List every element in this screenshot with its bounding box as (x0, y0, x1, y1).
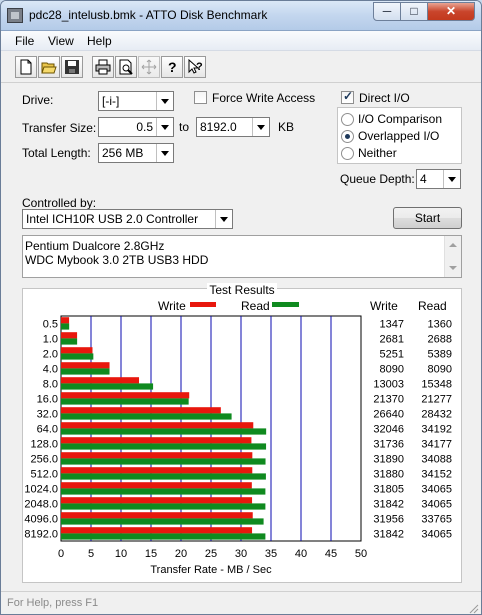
read-bar (61, 488, 266, 495)
x-tick-label: 0 (58, 548, 64, 560)
write-bar (61, 362, 110, 369)
read-value-label: 34177 (421, 439, 452, 451)
y-tick-label: 64.0 (37, 424, 58, 436)
x-tick-label: 35 (265, 548, 277, 560)
y-tick-label: 512.0 (30, 469, 58, 481)
write-value-label: 26640 (373, 409, 404, 421)
status-bar: For Help, press F1 (1, 591, 481, 614)
read-value-label: 34152 (421, 469, 452, 481)
read-bar (61, 353, 94, 360)
read-bar (61, 338, 78, 345)
resize-grip-icon[interactable] (467, 602, 479, 614)
write-value-label: 13003 (373, 379, 404, 391)
read-bar (61, 413, 232, 420)
read-bar (61, 443, 267, 450)
x-tick-label: 50 (355, 548, 367, 560)
y-tick-label: 256.0 (30, 454, 58, 466)
x-tick-label: 20 (175, 548, 187, 560)
write-bar (61, 512, 253, 519)
write-value-label: 31842 (373, 529, 404, 541)
write-value-label: 31880 (373, 469, 404, 481)
write-value-label: 32046 (373, 424, 404, 436)
read-value-label: 34088 (421, 454, 452, 466)
x-tick-label: 40 (295, 548, 307, 560)
read-bar (61, 323, 70, 330)
write-bar (61, 527, 253, 534)
y-tick-label: 1.0 (43, 334, 58, 346)
write-bar (61, 392, 190, 399)
y-tick-label: 16.0 (37, 394, 58, 406)
read-value-label: 15348 (421, 379, 452, 391)
read-bar (61, 398, 189, 405)
write-value-label: 31890 (373, 454, 404, 466)
read-bar (61, 518, 264, 525)
read-value-label: 8090 (428, 364, 452, 376)
y-tick-label: 0.5 (43, 319, 58, 331)
write-value-label: 31842 (373, 499, 404, 511)
x-tick-label: 25 (205, 548, 217, 560)
write-bar (61, 467, 253, 474)
read-value-label: 28432 (421, 409, 452, 421)
status-text: For Help, press F1 (7, 597, 99, 609)
write-bar (61, 317, 70, 324)
read-value-label: 5389 (428, 349, 452, 361)
write-bar (61, 482, 252, 489)
read-bar (61, 368, 110, 375)
y-tick-label: 4.0 (43, 364, 58, 376)
read-bar (61, 503, 266, 510)
y-tick-label: 128.0 (30, 439, 58, 451)
write-bar (61, 377, 140, 384)
y-tick-label: 1024.0 (24, 484, 58, 496)
x-tick-label: 5 (88, 548, 94, 560)
x-axis-label: Transfer Rate - MB / Sec (150, 564, 272, 576)
x-tick-label: 15 (145, 548, 157, 560)
read-bar (61, 428, 267, 435)
write-bar (61, 437, 252, 444)
write-value-label: 2681 (380, 334, 404, 346)
x-tick-label: 30 (235, 548, 247, 560)
y-tick-label: 8.0 (43, 379, 58, 391)
read-value-label: 1360 (428, 319, 452, 331)
read-value-label: 34192 (421, 424, 452, 436)
write-value-label: 8090 (380, 364, 404, 376)
write-bar (61, 407, 221, 414)
read-value-label: 33765 (421, 514, 452, 526)
x-tick-label: 45 (325, 548, 337, 560)
read-value-label: 34065 (421, 529, 452, 541)
app-window: pdc28_intelusb.bmk - ATTO Disk Benchmark… (0, 0, 482, 615)
write-bar (61, 347, 93, 354)
y-tick-label: 32.0 (37, 409, 58, 421)
y-tick-label: 4096.0 (24, 514, 58, 526)
read-value-label: 34065 (421, 484, 452, 496)
write-value-label: 1347 (380, 319, 404, 331)
read-bar (61, 383, 154, 390)
y-tick-label: 2.0 (43, 349, 58, 361)
write-bar (61, 422, 254, 429)
write-bar (61, 497, 253, 504)
x-tick-label: 10 (115, 548, 127, 560)
write-value-label: 5251 (380, 349, 404, 361)
read-value-label: 2688 (428, 334, 452, 346)
write-value-label: 21370 (373, 394, 404, 406)
read-value-label: 21277 (421, 394, 452, 406)
read-bar (61, 473, 266, 480)
write-value-label: 31956 (373, 514, 404, 526)
read-bar (61, 458, 266, 465)
write-value-label: 31805 (373, 484, 404, 496)
write-bar (61, 332, 78, 339)
write-value-label: 31736 (373, 439, 404, 451)
y-tick-label: 8192.0 (24, 529, 58, 541)
y-tick-label: 2048.0 (24, 499, 58, 511)
write-bar (61, 452, 253, 459)
read-value-label: 34065 (421, 499, 452, 511)
transfer-rate-chart: 0 5 10 15 20 25 30 35 40 45 50 Transfer Rate - MB /… (24, 315, 452, 576)
read-bar (61, 533, 266, 540)
